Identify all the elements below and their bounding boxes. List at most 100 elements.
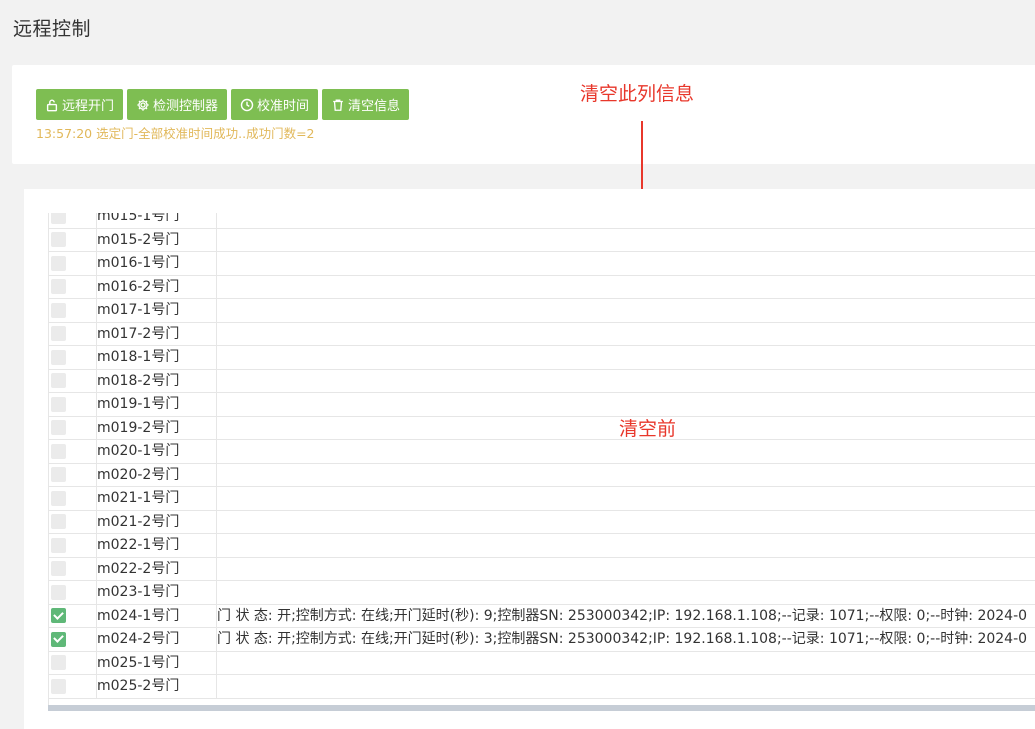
door-table-body: m015-1号门 m015-2号门 m016-1号门 m016-2号门 m017-1号门… bbox=[49, 213, 1035, 699]
table-row[interactable]: m020-1号门 bbox=[49, 440, 1035, 464]
row-checkbox[interactable] bbox=[51, 443, 66, 459]
row-checkbox[interactable] bbox=[51, 608, 66, 624]
row-checkbox[interactable] bbox=[51, 420, 66, 436]
row-checkbox-cell bbox=[49, 369, 97, 392]
door-name-cell: m015-1号门 bbox=[97, 213, 217, 228]
table-row[interactable]: m024-2号门门 状 态: 开;控制方式: 在线;开门延时(秒): 3;控制器… bbox=[49, 628, 1035, 652]
row-checkbox[interactable] bbox=[51, 631, 66, 647]
door-name-cell: m019-2号门 bbox=[97, 416, 217, 439]
door-name-cell: m023-1号门 bbox=[97, 581, 217, 604]
table-row[interactable]: m018-2号门 bbox=[49, 369, 1035, 393]
clear-info-button[interactable]: 清空信息 bbox=[322, 89, 410, 120]
door-name-cell: m018-1号门 bbox=[97, 346, 217, 369]
annotation-clear-column: 清空此列信息 bbox=[580, 83, 695, 105]
row-checkbox[interactable] bbox=[51, 396, 66, 412]
door-info-cell bbox=[217, 581, 1035, 604]
row-checkbox-cell bbox=[49, 416, 97, 439]
door-name-cell: m022-1号门 bbox=[97, 534, 217, 557]
door-info-cell bbox=[217, 346, 1035, 369]
calibrate-time-button[interactable]: 校准时间 bbox=[231, 89, 319, 120]
door-name-cell: m020-2号门 bbox=[97, 463, 217, 486]
row-checkbox-cell bbox=[49, 534, 97, 557]
door-info-cell bbox=[217, 229, 1035, 252]
door-name-cell: m021-2号门 bbox=[97, 510, 217, 533]
gear-icon bbox=[137, 98, 149, 111]
door-info-cell bbox=[217, 487, 1035, 510]
check-controller-button[interactable]: 检测控制器 bbox=[127, 89, 228, 120]
row-checkbox[interactable] bbox=[51, 584, 66, 600]
row-checkbox[interactable] bbox=[51, 561, 66, 577]
row-checkbox-cell bbox=[49, 228, 97, 251]
remote-open-button[interactable]: 远程开门 bbox=[36, 89, 124, 120]
row-checkbox[interactable] bbox=[51, 467, 66, 483]
door-name-cell: m016-2号门 bbox=[97, 275, 217, 298]
row-checkbox-cell bbox=[49, 557, 97, 580]
table-row[interactable]: m019-1号门 bbox=[49, 393, 1035, 417]
button-row: 远程开门 检测控制器 校准时间 清空信息 bbox=[36, 89, 410, 120]
door-name-cell: m021-1号门 bbox=[97, 487, 217, 510]
table-row[interactable]: m025-1号门 bbox=[49, 651, 1035, 675]
row-checkbox[interactable] bbox=[51, 302, 66, 318]
row-checkbox-cell bbox=[49, 299, 97, 322]
door-table: m015-1号门 m015-2号门 m016-1号门 m016-2号门 m017-1号门… bbox=[48, 213, 1035, 705]
check-controller-label: 检测控制器 bbox=[153, 99, 219, 114]
table-row[interactable]: m019-2号门 bbox=[49, 416, 1035, 440]
row-checkbox[interactable] bbox=[51, 279, 66, 295]
table-row[interactable]: m017-1号门 bbox=[49, 299, 1035, 323]
row-checkbox[interactable] bbox=[51, 232, 66, 248]
row-checkbox-cell bbox=[49, 651, 97, 674]
door-name-cell: m025-1号门 bbox=[97, 651, 217, 674]
table-row[interactable]: m017-2号门 bbox=[49, 322, 1035, 346]
table-row[interactable]: m015-1号门 bbox=[49, 213, 1035, 229]
table-row[interactable]: m018-1号门 bbox=[49, 346, 1035, 370]
table-row[interactable]: m020-2号门 bbox=[49, 463, 1035, 487]
door-name-cell: m024-2号门 bbox=[97, 628, 217, 651]
door-info-cell bbox=[217, 213, 1035, 228]
door-info-cell bbox=[217, 299, 1035, 322]
door-info-cell bbox=[217, 675, 1035, 698]
remote-open-label: 远程开门 bbox=[62, 99, 115, 114]
page-title: 远程控制 bbox=[13, 18, 92, 40]
row-checkbox[interactable] bbox=[51, 490, 66, 506]
trash-icon bbox=[333, 99, 343, 111]
row-checkbox[interactable] bbox=[51, 537, 66, 553]
row-checkbox[interactable] bbox=[51, 514, 66, 530]
row-checkbox[interactable] bbox=[51, 655, 66, 671]
door-info-cell bbox=[217, 558, 1035, 581]
table-row[interactable]: m025-2号门 bbox=[49, 675, 1035, 699]
status-message: 13:57:20 选定门-全部校准时间成功..成功门数=2 bbox=[36, 126, 315, 141]
row-checkbox-cell bbox=[49, 275, 97, 298]
table-row[interactable]: m016-2号门 bbox=[49, 275, 1035, 299]
door-info-cell bbox=[217, 323, 1035, 346]
door-name-cell: m015-2号门 bbox=[97, 228, 217, 251]
door-info-cell: 门 状 态: 开;控制方式: 在线;开门延时(秒): 3;控制器SN: 2530… bbox=[217, 631, 1028, 647]
door-info-cell bbox=[217, 440, 1035, 463]
door-name-cell: m017-2号门 bbox=[97, 322, 217, 345]
row-checkbox[interactable] bbox=[51, 349, 66, 365]
clear-info-label: 清空信息 bbox=[348, 99, 401, 114]
row-checkbox[interactable] bbox=[51, 678, 66, 694]
table-row[interactable]: m016-1号门 bbox=[49, 252, 1035, 276]
door-info-cell bbox=[217, 534, 1035, 557]
door-info-cell bbox=[217, 511, 1035, 534]
table-row[interactable]: m023-1号门 bbox=[49, 581, 1035, 605]
row-checkbox[interactable] bbox=[51, 255, 66, 271]
toolbar-card: 远程开门 检测控制器 校准时间 清空信息 13:57:20 选定门-全部校准时间… bbox=[12, 65, 1035, 164]
table-row[interactable]: m022-1号门 bbox=[49, 534, 1035, 558]
horizontal-scrollbar[interactable] bbox=[48, 705, 1035, 711]
door-info-cell bbox=[217, 252, 1035, 275]
table-row[interactable]: m021-1号门 bbox=[49, 487, 1035, 511]
table-row[interactable]: m015-2号门 bbox=[49, 228, 1035, 252]
row-checkbox-cell bbox=[49, 581, 97, 604]
row-checkbox-cell bbox=[49, 213, 97, 228]
door-name-cell: m016-1号门 bbox=[97, 252, 217, 275]
row-checkbox-cell bbox=[49, 393, 97, 416]
row-checkbox[interactable] bbox=[51, 213, 66, 224]
row-checkbox[interactable] bbox=[51, 373, 66, 389]
table-row[interactable]: m022-2号门 bbox=[49, 557, 1035, 581]
door-name-cell: m017-1号门 bbox=[97, 299, 217, 322]
table-row[interactable]: m021-2号门 bbox=[49, 510, 1035, 534]
table-row[interactable]: m024-1号门门 状 态: 开;控制方式: 在线;开门延时(秒): 9;控制器… bbox=[49, 604, 1035, 628]
door-table-card: m015-1号门 m015-2号门 m016-1号门 m016-2号门 m017-1号门… bbox=[24, 189, 1035, 729]
row-checkbox[interactable] bbox=[51, 326, 66, 342]
